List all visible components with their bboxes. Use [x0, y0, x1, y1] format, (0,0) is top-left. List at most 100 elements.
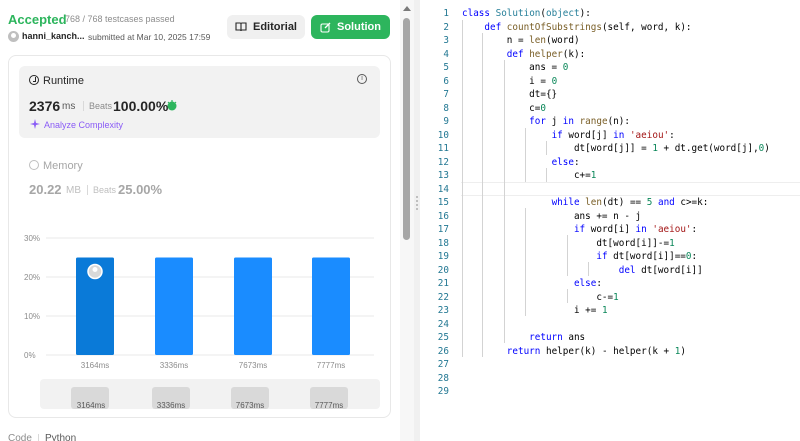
code-line: 24 — [420, 318, 800, 332]
thumb-label: 3164ms — [76, 401, 106, 410]
line-number: 20 — [437, 264, 449, 276]
thumb-label: 7673ms — [235, 401, 265, 410]
line-number: 22 — [437, 291, 449, 303]
line-number: 4 — [443, 48, 449, 60]
line-number: 11 — [437, 143, 449, 154]
solution-label: Solution — [337, 21, 381, 33]
code-line: 5 ans = 0 — [420, 61, 800, 75]
line-number: 12 — [437, 156, 449, 168]
x-tick-label: 3336ms — [160, 361, 188, 370]
line-number: 24 — [437, 318, 449, 330]
line-number: 16 — [437, 210, 449, 222]
runtime-beats-value: 100.00% — [113, 98, 169, 114]
code-line: 7 dt={} — [420, 88, 800, 102]
code-line: 19 if dt[word[i]]==0: — [420, 250, 800, 264]
status-title: Accepted — [8, 12, 67, 27]
tab-language[interactable]: Python — [45, 433, 76, 441]
code-line: 18 dt[word[i]]-=1 — [420, 237, 800, 251]
y-tick-label: 20% — [24, 273, 40, 282]
sparkle-icon — [30, 119, 40, 129]
runtime-bar[interactable] — [155, 257, 193, 356]
code-line: 10 if word[j] in 'aeiou': — [420, 129, 800, 143]
memory-unit: MB — [66, 185, 81, 196]
line-number: 1 — [443, 8, 449, 19]
code-line: 27 — [420, 358, 800, 372]
y-tick-label: 30% — [24, 234, 40, 243]
memory-beats-label: Beats — [93, 185, 117, 195]
y-tick-label: 0% — [24, 351, 36, 360]
line-number: 14 — [437, 183, 449, 195]
x-tick-label: 3164ms — [81, 361, 109, 370]
code-line: 13 c+=1 — [420, 169, 800, 183]
code-line: 15 while len(dt) == 5 and c>=k: — [420, 196, 800, 210]
x-tick-label: 7777ms — [317, 361, 345, 370]
username-link[interactable]: hanni_kanch... — [22, 31, 85, 41]
code-line: 11 dt[word[j]] = 1 + dt.get(word[j],0) — [420, 142, 800, 156]
divider — [87, 185, 88, 195]
line-number: 10 — [437, 129, 449, 141]
code-line: 6 i = 0 — [420, 75, 800, 89]
line-number: 6 — [443, 75, 449, 87]
thumb-label: 3336ms — [156, 401, 186, 410]
code-line: 12 else: — [420, 156, 800, 170]
code-line: 2 def countOfSubstrings(self, word, k): — [420, 21, 800, 35]
memory-value: 20.22 — [29, 182, 62, 197]
thumb-label: 7777ms — [314, 401, 344, 410]
code-line: 20 del dt[word[i]] — [420, 264, 800, 278]
line-number: 26 — [437, 345, 449, 357]
tab-code[interactable]: Code — [8, 433, 32, 441]
line-number: 17 — [437, 224, 449, 235]
runtime-bar[interactable] — [234, 257, 272, 356]
line-number: 13 — [437, 170, 449, 181]
scrollbar-thumb[interactable] — [403, 18, 410, 240]
code-line: 8 c=0 — [420, 102, 800, 116]
code-line: 17 if word[i] in 'aeiou': — [420, 223, 800, 237]
line-number: 21 — [437, 278, 449, 289]
line-number: 5 — [443, 62, 449, 73]
code-line: 4 def helper(k): — [420, 48, 800, 62]
line-number: 8 — [443, 102, 449, 114]
line-number: 3 — [443, 35, 449, 46]
code-line: 22 c-=1 — [420, 291, 800, 305]
code-editor[interactable]: 1 class Solution(object): 2 def countOfSu… — [420, 0, 800, 441]
code-line: 1 class Solution(object): — [420, 7, 800, 21]
memory-icon — [29, 160, 39, 170]
line-number: 7 — [443, 89, 449, 100]
runtime-label: Runtime — [43, 75, 84, 87]
line-number: 29 — [437, 386, 449, 397]
drag-handle-icon[interactable] — [416, 196, 418, 210]
cheer-icon — [167, 100, 177, 111]
user-icon — [92, 267, 98, 272]
runtime-unit: ms — [62, 101, 76, 112]
runtime-bar[interactable] — [312, 257, 350, 356]
info-icon[interactable]: i — [357, 74, 367, 84]
line-number: 2 — [443, 21, 449, 33]
line-number: 15 — [437, 197, 449, 208]
code-line: 3 n = len(word) — [420, 34, 800, 48]
line-number: 28 — [437, 372, 449, 384]
editorial-button[interactable]: Editorial — [227, 15, 305, 39]
scroll-up-arrow-icon[interactable] — [403, 6, 411, 11]
line-number: 19 — [437, 251, 449, 262]
code-line: 23 i += 1 — [420, 304, 800, 318]
avatar[interactable] — [8, 31, 19, 42]
x-tick-label: 7673ms — [239, 361, 267, 370]
editorial-label: Editorial — [252, 21, 297, 33]
testcases-count: 768 / 768 testcases passed — [65, 14, 175, 24]
memory-beats-value: 25.00% — [118, 182, 163, 197]
solution-button[interactable]: Solution — [311, 15, 390, 39]
submitted-at: submitted at Mar 10, 2025 17:59 — [88, 32, 211, 42]
code-line: 28 — [420, 372, 800, 386]
line-number: 23 — [437, 305, 449, 316]
clock-icon — [29, 75, 39, 85]
memory-label[interactable]: Memory — [43, 160, 83, 172]
submission-panel: Accepted 768 / 768 testcases passed hann… — [0, 0, 400, 441]
line-number: 18 — [437, 237, 449, 249]
y-tick-label: 10% — [24, 312, 40, 321]
divider — [83, 101, 84, 111]
runtime-beats-label: Beats — [89, 101, 113, 111]
code-line: 26 return helper(k) - helper(k + 1) — [420, 345, 800, 359]
analyze-complexity-link[interactable]: Analyze Complexity — [44, 120, 123, 130]
code-line: 29 — [420, 385, 800, 399]
divider — [38, 434, 39, 441]
